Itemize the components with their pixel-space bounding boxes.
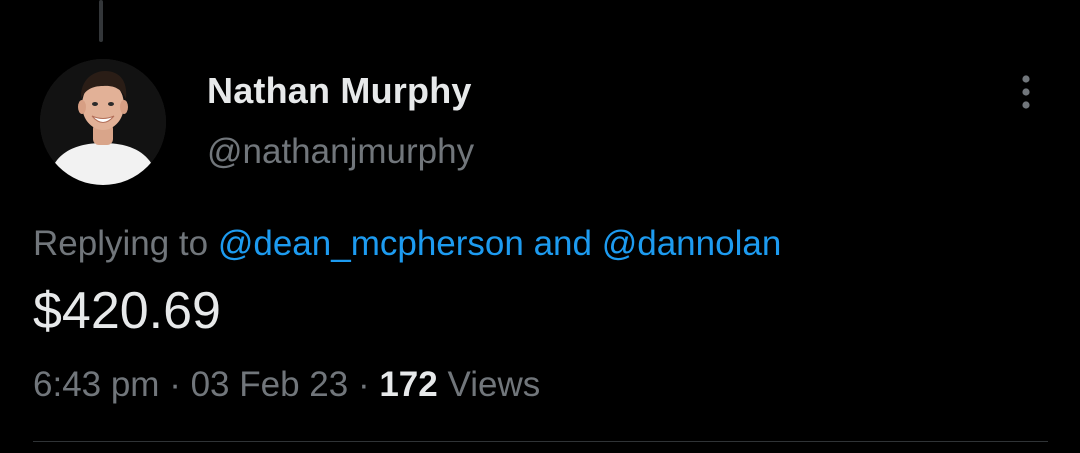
more-dots-icon xyxy=(1022,75,1030,109)
meta-separator: · xyxy=(357,365,370,404)
tweet-date[interactable]: 03 Feb 23 xyxy=(191,365,349,404)
divider xyxy=(33,441,1048,442)
author-handle[interactable]: @nathanjmurphy xyxy=(207,132,474,172)
replying-to-prefix: Replying to xyxy=(33,224,209,263)
avatar-image xyxy=(40,59,166,185)
tweet-meta: 6:43 pm · 03 Feb 23 · 172 Views xyxy=(33,365,540,405)
more-options-button[interactable] xyxy=(1004,70,1048,114)
replying-to-line: Replying to @dean_mcpherson and @dannola… xyxy=(33,224,781,264)
mention-link-dannolan[interactable]: @dannolan xyxy=(602,224,782,263)
mention-joiner: and xyxy=(533,224,592,263)
tweet-text: $420.69 xyxy=(33,282,221,340)
thread-connector-line xyxy=(99,0,103,42)
avatar[interactable] xyxy=(40,59,166,185)
author-display-name[interactable]: Nathan Murphy xyxy=(207,70,472,112)
views-label: Views xyxy=(447,365,541,404)
meta-separator: · xyxy=(169,365,181,404)
views-count: 172 xyxy=(379,365,438,404)
tweet-time[interactable]: 6:43 pm xyxy=(33,365,159,404)
mention-link-dean-mcpherson[interactable]: @dean_mcpherson xyxy=(218,224,524,263)
